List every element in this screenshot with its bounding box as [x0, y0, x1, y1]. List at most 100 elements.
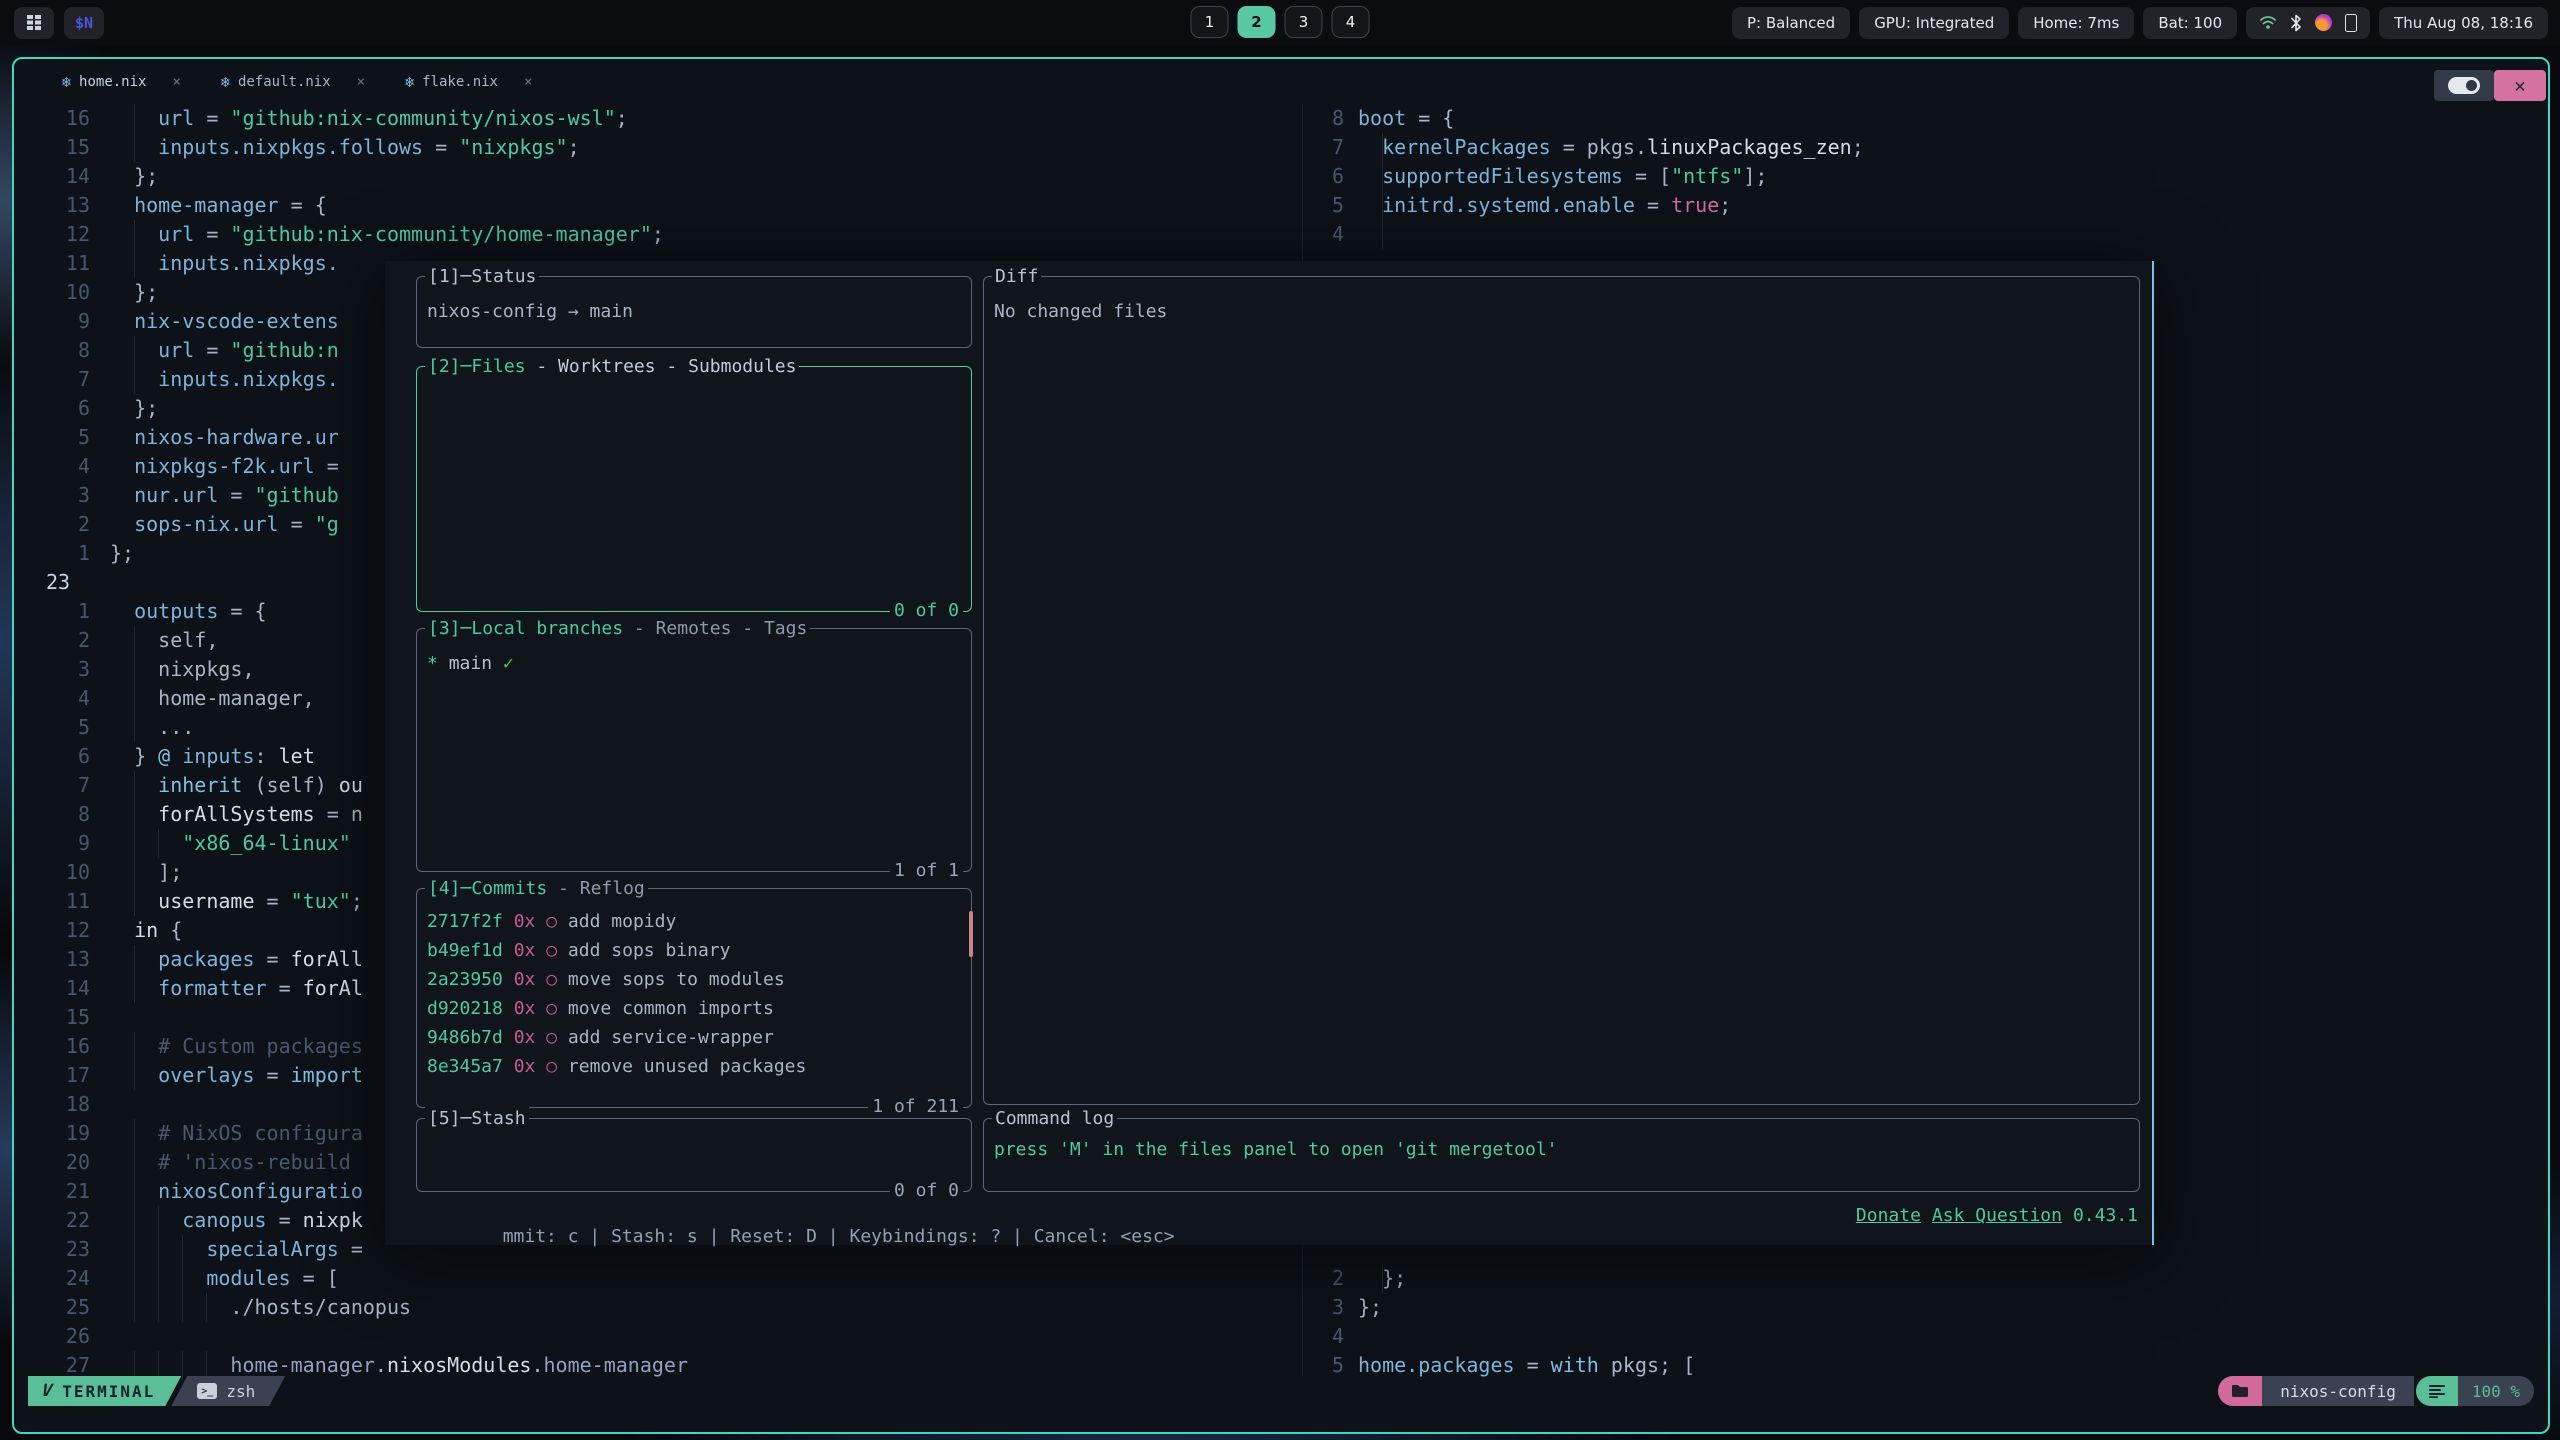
code-line: 12 url = "github:nix-community/home-mana… — [30, 220, 1300, 249]
commit-row[interactable]: b49ef1d 0x ○ add sops binary — [427, 936, 961, 965]
lazygit-command-log-panel[interactable]: Command log press 'M' in the files panel… — [983, 1118, 2140, 1192]
line-number: 4 — [1310, 1322, 1358, 1351]
commit-row[interactable]: 2717f2f 0x ○ add mopidy — [427, 907, 961, 936]
system-tray — [2246, 7, 2370, 39]
lazygit-branches-panel[interactable]: [3]─Local branches - Remotes - Tags * ma… — [416, 628, 972, 872]
line-number: 23 — [30, 568, 110, 597]
line-number: 5 — [30, 713, 110, 742]
tab-flake.nix[interactable]: ❄flake.nix× — [405, 73, 532, 91]
nix-snowflake-icon: ❄ — [62, 73, 71, 91]
workspace-button-2[interactable]: 2 — [1238, 6, 1276, 38]
line-number: 1 — [30, 597, 110, 626]
line-number: 9 — [30, 829, 110, 858]
line-number: 11 — [30, 249, 110, 278]
line-number: 2 — [30, 626, 110, 655]
lazygit-status-panel[interactable]: [1]─Status nixos-config → main — [416, 276, 972, 348]
lazygit-diff-panel[interactable]: Diff No changed files — [983, 276, 2140, 1105]
window-controls: ✕ — [2434, 70, 2546, 101]
tab-close-icon[interactable]: × — [172, 74, 180, 90]
network-icon[interactable] — [2259, 14, 2277, 31]
workspace-button-3[interactable]: 3 — [1285, 6, 1323, 38]
nix-shell-button[interactable]: $N — [64, 7, 104, 39]
line-number: 5 — [30, 423, 110, 452]
lazygit-overlay: [1]─Status nixos-config → main [2]─Files… — [385, 261, 2154, 1245]
tab-label: default.nix — [238, 74, 331, 90]
line-number: 10 — [30, 278, 110, 307]
app-indicator-icon[interactable] — [2315, 14, 2332, 31]
line-number: 6 — [1310, 162, 1358, 191]
commit-row[interactable]: d920218 0x ○ move common imports — [427, 994, 961, 1023]
commit-row[interactable]: 9486b7d 0x ○ add service-wrapper — [427, 1023, 961, 1052]
line-number: 3 — [30, 481, 110, 510]
scrollbar-thumb[interactable] — [969, 911, 973, 957]
line-number: 9 — [30, 307, 110, 336]
ask-question-link[interactable]: Ask Question — [1932, 1205, 2062, 1226]
code-line: 6 supportedFilesystems = ["ntfs"]; — [1310, 162, 2534, 191]
branches-count: 1 of 1 — [890, 859, 963, 883]
tab-label: flake.nix — [422, 74, 498, 90]
keybindings-text: mmit: c | Stash: s | Reset: D | Keybindi… — [503, 1226, 1175, 1247]
line-number: 16 — [30, 1032, 110, 1061]
workspace-button-1[interactable]: 1 — [1191, 6, 1229, 38]
power-profile-module: P: Balanced — [1732, 7, 1850, 39]
vim-icon: V — [41, 1381, 56, 1401]
code-line: 3}; — [1310, 1293, 2534, 1322]
desktop: $N 1234 P: Balanced GPU: Integrated Home… — [0, 0, 2560, 1440]
lazygit-commits-panel[interactable]: [4]─Commits - Reflog 2717f2f 0x ○ add mo… — [416, 888, 972, 1108]
lazygit-stash-panel[interactable]: [5]─Stash 0 of 0 — [416, 1118, 972, 1192]
line-number: 11 — [30, 887, 110, 916]
app-launcher-button[interactable] — [14, 7, 54, 39]
clock-module: Thu Aug 08, 18:16 — [2379, 7, 2548, 39]
line-number: 4 — [30, 452, 110, 481]
line-number: 22 — [30, 1206, 110, 1235]
workspace-switcher: 1234 — [1191, 6, 1370, 38]
line-number: 25 — [30, 1293, 110, 1322]
line-number: 14 — [30, 974, 110, 1003]
code-line: 4 — [1310, 220, 2534, 249]
topbar-right-group: P: Balanced GPU: Integrated Home: 7ms Ba… — [1732, 7, 2548, 39]
top-bar: $N 1234 P: Balanced GPU: Integrated Home… — [0, 0, 2560, 45]
line-number: 15 — [30, 1003, 110, 1032]
project-folder-segment — [2218, 1376, 2262, 1406]
lines-icon — [2429, 1384, 2445, 1398]
line-number: 13 — [30, 945, 110, 974]
code-line: 7 kernelPackages = pkgs.linuxPackages_ze… — [1310, 133, 2534, 162]
lazygit-files-panel[interactable]: [2]─Files - Worktrees - Submodules 0 of … — [416, 366, 972, 612]
code-line: 13 home-manager = { — [30, 191, 1300, 220]
code-line: 5 initrd.systemd.enable = true; — [1310, 191, 2534, 220]
line-number: 20 — [30, 1148, 110, 1177]
editor-pane-right-top[interactable]: 8boot = {7 kernelPackages = pkgs.linuxPa… — [1310, 104, 2534, 249]
diff-content: No changed files — [984, 277, 2139, 326]
line-number: 7 — [30, 771, 110, 800]
code-line: 16 url = "github:nix-community/nixos-wsl… — [30, 104, 1300, 133]
tab-home.nix[interactable]: ❄ home.nix × — [62, 73, 181, 91]
tab-default.nix[interactable]: ❄default.nix× — [221, 73, 365, 91]
commit-row[interactable]: 8e345a7 0x ○ remove unused packages — [427, 1052, 961, 1081]
code-line: 8boot = { — [1310, 104, 2534, 133]
terminal-prompt-icon: >_ — [197, 1383, 217, 1399]
workspace-button-4[interactable]: 4 — [1332, 6, 1370, 38]
donate-link[interactable]: Donate — [1856, 1205, 1921, 1226]
line-number: 3 — [30, 655, 110, 684]
command-log-content: press 'M' in the files panel to open 'gi… — [984, 1119, 2139, 1164]
tab-close-icon[interactable]: × — [357, 74, 365, 90]
branch-check-icon: ✓ — [503, 653, 514, 674]
line-number: 8 — [30, 336, 110, 365]
line-number: 7 — [1310, 133, 1358, 162]
shell-label: zsh — [226, 1382, 255, 1401]
window-close-button[interactable]: ✕ — [2494, 70, 2546, 101]
phone-icon[interactable] — [2345, 14, 2357, 32]
bluetooth-icon[interactable] — [2290, 14, 2302, 32]
battery-module: Bat: 100 — [2143, 7, 2237, 39]
line-number: 5 — [1310, 191, 1358, 220]
line-number: 26 — [30, 1322, 110, 1351]
line-number: 7 — [30, 365, 110, 394]
toggle-button[interactable] — [2434, 70, 2494, 101]
tab-label: home.nix — [79, 74, 146, 90]
line-number: 18 — [30, 1090, 110, 1119]
commit-row[interactable]: 2a23950 0x ○ move sops to modules — [427, 965, 961, 994]
line-number: 6 — [30, 394, 110, 423]
line-number: 3 — [1310, 1293, 1358, 1322]
tab-close-icon[interactable]: × — [524, 74, 532, 90]
line-number: 16 — [30, 104, 110, 133]
